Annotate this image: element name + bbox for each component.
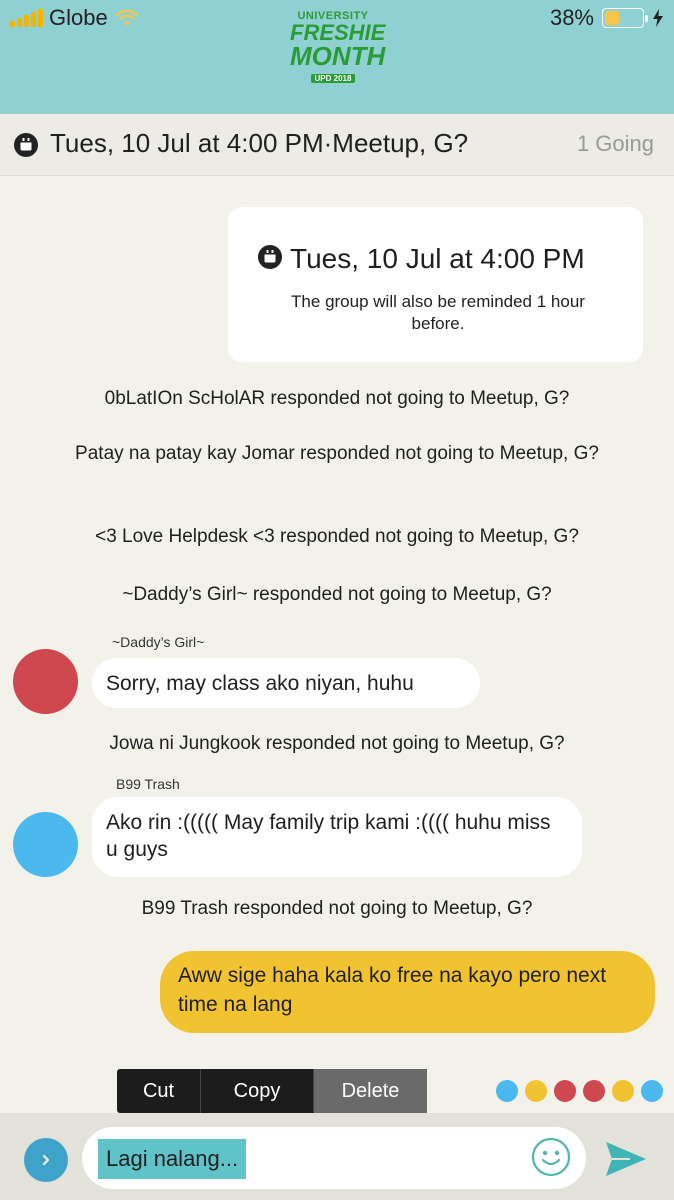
chevron-right-icon: [43, 1155, 49, 1165]
dot-red[interactable]: [554, 1080, 576, 1102]
event-bar-title: Tues, 10 Jul at 4:00 PM·Meetup, G?: [50, 128, 469, 158]
system-message: <3 Love Helpdesk <3 responded not going …: [95, 526, 579, 547]
avatar[interactable]: [13, 812, 78, 877]
sender-name: B99 Trash: [116, 776, 180, 792]
signal-icon: [10, 9, 43, 27]
dot-red[interactable]: [583, 1080, 605, 1102]
my-message-bubble[interactable]: Aww sige haha kala ko free na kayo pero …: [160, 951, 655, 1033]
dot-blue[interactable]: [496, 1080, 518, 1102]
delete-menu-item[interactable]: Delete: [314, 1069, 427, 1113]
dot-yellow[interactable]: [612, 1080, 634, 1102]
battery-percent: 38%: [549, 5, 594, 30]
send-icon[interactable]: [604, 1140, 648, 1178]
going-count[interactable]: 1 Going: [577, 131, 654, 157]
event-datetime: Tues, 10 Jul at 4:00 PM: [290, 243, 585, 274]
system-message: Jowa ni Jungkook responded not going to …: [109, 733, 565, 754]
event-reminder-card[interactable]: Tues, 10 Jul at 4:00 PM The group will a…: [228, 207, 643, 362]
copy-menu-item[interactable]: Copy: [201, 1069, 314, 1113]
status-right: 38%: [549, 5, 664, 30]
wifi-icon: [115, 9, 138, 26]
color-dots[interactable]: [496, 1080, 663, 1102]
carrier-label: Globe: [49, 5, 108, 30]
charging-bolt-icon: [653, 9, 663, 27]
event-bar[interactable]: Tues, 10 Jul at 4:00 PM·Meetup, G? 1 Goi…: [0, 114, 674, 176]
smiley-icon[interactable]: [530, 1136, 572, 1178]
status-left: Globe: [10, 5, 140, 30]
calendar-icon: [258, 245, 282, 269]
system-message: B99 Trash responded not going to Meetup,…: [141, 898, 533, 919]
dot-yellow[interactable]: [525, 1080, 547, 1102]
top-bar: Globe UNIVERSITY FRESHIE MONTH UPD 2018 …: [0, 0, 674, 114]
battery-icon: [602, 8, 648, 28]
system-message: 0bLatIOn ScHolAR responded not going to …: [104, 388, 570, 409]
expand-button[interactable]: [24, 1138, 68, 1182]
system-message: ~Daddy’s Girl~ responded not going to Me…: [122, 584, 552, 605]
battery-fill: [605, 11, 619, 25]
message-input-text[interactable]: Lagi nalang...: [98, 1139, 247, 1179]
message-bubble[interactable]: Sorry, may class ako niyan, huhu: [92, 658, 480, 708]
cut-menu-item[interactable]: Cut: [117, 1069, 201, 1113]
dot-blue[interactable]: [641, 1080, 663, 1102]
reminder-note: The group will also be reminded 1 hour b…: [291, 292, 585, 333]
system-message: Patay na patay kay Jomar responded not g…: [75, 443, 599, 464]
university-freshie-month-logo: UNIVERSITY FRESHIE MONTH UPD 2018: [290, 10, 386, 83]
avatar[interactable]: [13, 649, 78, 714]
message-bubble[interactable]: Ako rin :((((( May family trip kami :(((…: [92, 797, 582, 877]
calendar-icon: [14, 133, 38, 157]
sender-name: ~Daddy’s Girl~: [112, 634, 205, 650]
text-context-menu: Cut Copy Delete: [117, 1069, 427, 1113]
